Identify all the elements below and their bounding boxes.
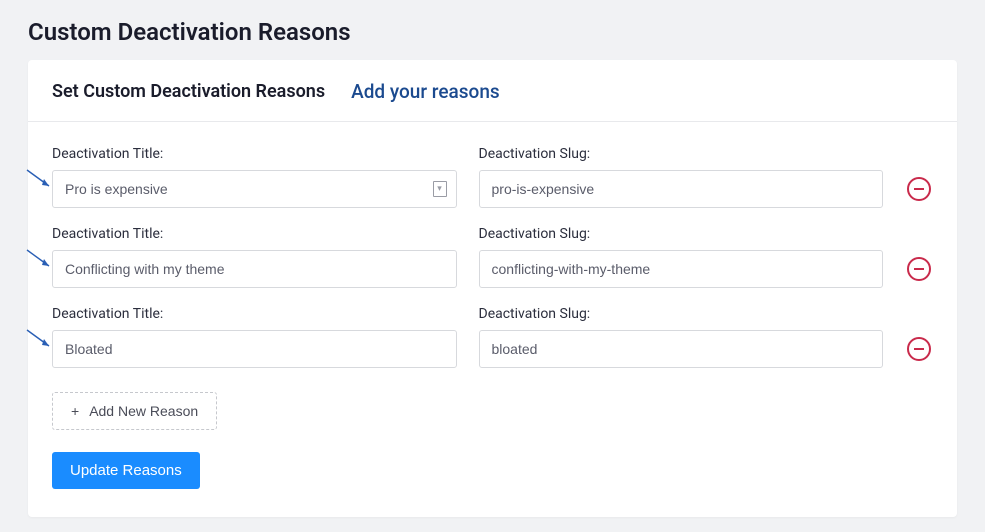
deactivation-title-input[interactable]	[52, 170, 457, 208]
deactivation-title-input[interactable]	[52, 250, 457, 288]
deactivation-title-input[interactable]	[52, 330, 457, 368]
reason-row: Deactivation Title: Deactivation Slug:	[52, 306, 933, 368]
slug-field: Deactivation Slug:	[479, 146, 884, 208]
minus-circle-icon	[906, 176, 932, 202]
reason-row: Deactivation Title: Deactivation Slug:	[52, 226, 933, 288]
update-reasons-button[interactable]: Update Reasons	[52, 452, 200, 489]
minus-circle-icon	[906, 336, 932, 362]
slug-field: Deactivation Slug:	[479, 306, 884, 368]
title-label: Deactivation Title:	[52, 306, 457, 322]
slug-label: Deactivation Slug:	[479, 306, 884, 322]
title-field: Deactivation Title:	[52, 306, 457, 368]
deactivation-slug-input[interactable]	[479, 330, 884, 368]
slug-label: Deactivation Slug:	[479, 226, 884, 242]
title-label: Deactivation Title:	[52, 146, 457, 162]
slug-label: Deactivation Slug:	[479, 146, 884, 162]
arrow-annotation-icon	[25, 328, 55, 352]
add-new-reason-button[interactable]: + Add New Reason	[52, 392, 217, 430]
add-reasons-link[interactable]: Add your reasons	[351, 80, 500, 103]
title-field: Deactivation Title: ▾	[52, 146, 457, 208]
panel-header-title: Set Custom Deactivation Reasons	[52, 81, 325, 102]
panel-header: Set Custom Deactivation Reasons Add your…	[28, 60, 957, 122]
arrow-annotation-icon	[25, 168, 55, 192]
page-title: Custom Deactivation Reasons	[0, 0, 985, 60]
remove-reason-button[interactable]	[905, 175, 933, 203]
deactivation-slug-input[interactable]	[479, 170, 884, 208]
add-new-reason-label: Add New Reason	[89, 403, 198, 419]
panel-body: Deactivation Title: ▾ Deactivation Slug:	[28, 122, 957, 517]
title-label: Deactivation Title:	[52, 226, 457, 242]
remove-reason-button[interactable]	[905, 335, 933, 363]
reason-row: Deactivation Title: ▾ Deactivation Slug:	[52, 146, 933, 208]
deactivation-slug-input[interactable]	[479, 250, 884, 288]
minus-circle-icon	[906, 256, 932, 282]
remove-reason-button[interactable]	[905, 255, 933, 283]
title-field: Deactivation Title:	[52, 226, 457, 288]
arrow-annotation-icon	[25, 248, 55, 272]
settings-panel: Set Custom Deactivation Reasons Add your…	[28, 60, 957, 517]
plus-icon: +	[71, 403, 79, 419]
slug-field: Deactivation Slug:	[479, 226, 884, 288]
